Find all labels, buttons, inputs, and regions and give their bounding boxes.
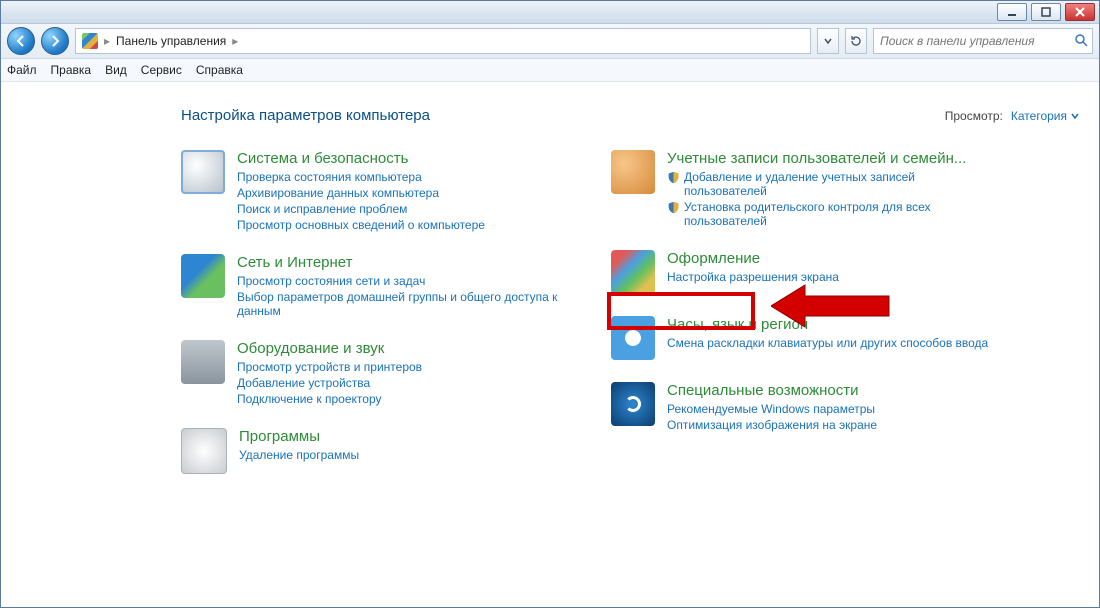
category-link[interactable]: Удаление программы <box>239 448 359 462</box>
menu-edit[interactable]: Правка <box>51 63 92 77</box>
category-link[interactable]: Проверка состояния компьютера <box>237 170 485 184</box>
page-title: Настройка параметров компьютера <box>181 107 430 124</box>
category-link[interactable]: Добавление устройства <box>237 376 422 390</box>
close-button[interactable] <box>1065 3 1095 21</box>
refresh-button[interactable] <box>845 28 867 54</box>
menu-bar: Файл Правка Вид Сервис Справка <box>1 59 1099 82</box>
category-link[interactable]: Установка родительского контроля для все… <box>667 200 991 228</box>
window-frame: ▸ Панель управления ▸ Файл Правка Вид Се… <box>0 0 1100 608</box>
address-bar[interactable]: ▸ Панель управления ▸ <box>75 28 811 54</box>
titlebar <box>1 1 1099 24</box>
category-title-clock[interactable]: Часы, язык и регион <box>667 316 808 333</box>
category-title-prog[interactable]: Программы <box>239 428 320 445</box>
heading-row: Настройка параметров компьютера Просмотр… <box>181 107 1079 124</box>
category-link[interactable]: Выбор параметров домашней группы и общег… <box>237 290 561 318</box>
minimize-button[interactable] <box>997 3 1027 21</box>
menu-file[interactable]: Файл <box>7 63 37 77</box>
control-panel-icon <box>82 33 98 49</box>
menu-tools[interactable]: Сервис <box>141 63 182 77</box>
category-link-text: Просмотр основных сведений о компьютере <box>237 218 485 232</box>
category-link-text: Настройка разрешения экрана <box>667 270 839 284</box>
category-link-text: Проверка состояния компьютера <box>237 170 422 184</box>
category-link[interactable]: Оптимизация изображения на экране <box>667 418 877 432</box>
category-appear: Оформление Настройка разрешения экрана <box>611 250 991 294</box>
category-columns: Система и безопасность Проверка состояния… <box>181 150 1079 496</box>
category-link[interactable]: Настройка разрешения экрана <box>667 270 839 284</box>
category-title-access[interactable]: Специальные возможности <box>667 382 859 399</box>
category-link[interactable]: Просмотр основных сведений о компьютере <box>237 218 485 232</box>
category-link-text: Выбор параметров домашней группы и общег… <box>237 290 561 318</box>
breadcrumb-sep-icon: ▸ <box>232 34 238 48</box>
category-link-text: Поиск и исправление проблем <box>237 202 407 216</box>
category-system: Система и безопасность Проверка состояния… <box>181 150 561 232</box>
category-user: Учетные записи пользователей и семейн...… <box>611 150 991 228</box>
category-icon-access[interactable] <box>611 382 655 426</box>
category-link[interactable]: Рекомендуемые Windows параметры <box>667 402 877 416</box>
category-icon-clock[interactable] <box>611 316 655 360</box>
menu-help[interactable]: Справка <box>196 63 243 77</box>
category-hw: Оборудование и звук Просмотр устройств и … <box>181 340 561 406</box>
category-link[interactable]: Добавление и удаление учетных записей по… <box>667 170 991 198</box>
search-box[interactable] <box>873 28 1093 54</box>
category-title-hw[interactable]: Оборудование и звук <box>237 340 384 357</box>
category-title-system[interactable]: Система и безопасность <box>237 150 408 167</box>
category-icon-hw[interactable] <box>181 340 225 384</box>
category-link-text: Оптимизация изображения на экране <box>667 418 877 432</box>
category-link-text: Смена раскладки клавиатуры или других сп… <box>667 336 988 350</box>
category-link-text: Подключение к проектору <box>237 392 382 406</box>
menu-view[interactable]: Вид <box>105 63 127 77</box>
category-access: Специальные возможности Рекомендуемые Win… <box>611 382 991 432</box>
category-link-text: Добавление и удаление учетных записей по… <box>684 170 991 198</box>
category-link[interactable]: Подключение к проектору <box>237 392 422 406</box>
category-icon-appear[interactable] <box>611 250 655 294</box>
forward-button[interactable] <box>41 27 69 55</box>
view-select-value: Категория <box>1011 109 1067 123</box>
category-link[interactable]: Просмотр состояния сети и задач <box>237 274 561 288</box>
view-label: Просмотр: <box>945 109 1003 123</box>
back-button[interactable] <box>7 27 35 55</box>
category-link-text: Рекомендуемые Windows параметры <box>667 402 875 416</box>
column-left: Система и безопасность Проверка состояния… <box>181 150 561 496</box>
category-link[interactable]: Смена раскладки клавиатуры или других сп… <box>667 336 988 350</box>
category-link[interactable]: Просмотр устройств и принтеров <box>237 360 422 374</box>
category-link-text: Архивирование данных компьютера <box>237 186 439 200</box>
category-title-net[interactable]: Сеть и Интернет <box>237 254 353 271</box>
view-select[interactable]: Категория <box>1011 109 1079 123</box>
category-title-appear[interactable]: Оформление <box>667 250 760 267</box>
shield-icon <box>667 171 680 184</box>
shield-icon <box>667 201 680 214</box>
category-icon-system[interactable] <box>181 150 225 194</box>
category-link-text: Установка родительского контроля для все… <box>684 200 991 228</box>
nav-row: ▸ Панель управления ▸ <box>1 24 1099 59</box>
category-net: Сеть и Интернет Просмотр состояния сети и… <box>181 254 561 318</box>
category-clock: Часы, язык и регион Смена раскладки клави… <box>611 316 991 360</box>
chevron-down-icon <box>1071 112 1079 120</box>
category-link-text: Просмотр устройств и принтеров <box>237 360 422 374</box>
category-icon-net[interactable] <box>181 254 225 298</box>
category-icon-user[interactable] <box>611 150 655 194</box>
category-icon-prog[interactable] <box>181 428 227 474</box>
search-input[interactable] <box>878 33 1070 49</box>
category-link-text: Просмотр состояния сети и задач <box>237 274 425 288</box>
category-link[interactable]: Архивирование данных компьютера <box>237 186 485 200</box>
search-icon[interactable] <box>1074 33 1088 50</box>
breadcrumb-sep-icon: ▸ <box>104 34 110 48</box>
category-title-user[interactable]: Учетные записи пользователей и семейн... <box>667 150 966 167</box>
content-area: Настройка параметров компьютера Просмотр… <box>1 81 1099 607</box>
category-link[interactable]: Поиск и исправление проблем <box>237 202 485 216</box>
column-right: Учетные записи пользователей и семейн...… <box>611 150 991 496</box>
category-link-text: Добавление устройства <box>237 376 370 390</box>
address-dropdown-button[interactable] <box>817 28 839 54</box>
category-prog: Программы Удаление программы <box>181 428 561 474</box>
maximize-button[interactable] <box>1031 3 1061 21</box>
breadcrumb-root[interactable]: Панель управления <box>116 34 226 48</box>
category-link-text: Удаление программы <box>239 448 359 462</box>
